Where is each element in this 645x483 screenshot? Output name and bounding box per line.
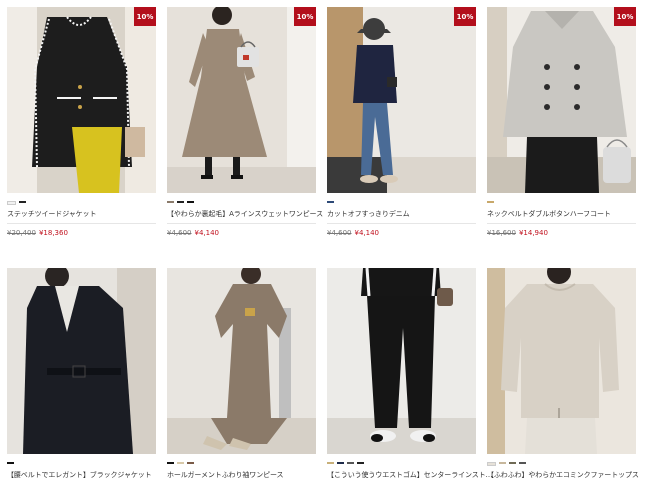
original-price: ¥16,600 xyxy=(487,229,516,237)
color-swatch[interactable] xyxy=(187,462,194,464)
product-name[interactable]: 【やわらか裏起毛】Aラインスウェットワンピース xyxy=(167,209,323,219)
original-price: ¥4,600 xyxy=(167,229,192,237)
sale-price: ¥4,140 xyxy=(354,229,380,237)
product-name[interactable]: ステッチツイードジャケット xyxy=(7,209,96,219)
original-price: ¥20,400 xyxy=(7,229,36,237)
color-swatches xyxy=(7,462,14,464)
color-swatch[interactable] xyxy=(19,201,26,203)
product-name[interactable]: 【ふわふわ】やわらかエコミンクファートップス xyxy=(487,470,639,480)
color-swatch[interactable] xyxy=(347,462,354,464)
color-swatches xyxy=(167,462,194,464)
color-swatches xyxy=(327,462,364,464)
color-swatch[interactable] xyxy=(177,201,184,203)
price: ¥16,600 ¥14,940 xyxy=(487,229,548,237)
product-name[interactable]: 【こういう使うウエストゴム】センターラインスト… xyxy=(327,470,493,480)
color-swatch[interactable] xyxy=(7,201,16,205)
discount-badge: 10% xyxy=(134,7,156,26)
color-swatch[interactable] xyxy=(327,201,334,203)
color-swatch[interactable] xyxy=(337,462,344,464)
product-name[interactable]: ネックベルトダブルボタンハーフコート xyxy=(487,209,611,219)
product-image[interactable] xyxy=(7,268,156,454)
color-swatches xyxy=(7,201,26,205)
sale-price: ¥4,140 xyxy=(194,229,220,237)
product-image[interactable] xyxy=(167,7,316,193)
color-swatch[interactable] xyxy=(509,462,516,464)
divider xyxy=(487,223,636,224)
product-image[interactable] xyxy=(487,268,636,454)
color-swatch[interactable] xyxy=(357,462,364,464)
divider xyxy=(167,223,316,224)
price: ¥4,600 ¥4,140 xyxy=(167,229,219,237)
discount-badge: 10% xyxy=(454,7,476,26)
price: ¥20,400 ¥18,360 xyxy=(7,229,68,237)
color-swatch[interactable] xyxy=(487,201,494,203)
product-grid: 10% ステッチツイードジャケット ¥20,400 ¥18,360 10% 【や… xyxy=(0,0,645,483)
color-swatch[interactable] xyxy=(167,462,174,464)
color-swatch[interactable] xyxy=(487,462,496,466)
discount-badge: 10% xyxy=(294,7,316,26)
color-swatch[interactable] xyxy=(7,462,14,464)
color-swatches xyxy=(327,201,334,203)
divider xyxy=(327,223,476,224)
original-price: ¥4,600 xyxy=(327,229,352,237)
divider xyxy=(7,223,156,224)
product-image[interactable] xyxy=(7,7,156,193)
price: ¥4,600 ¥4,140 xyxy=(327,229,379,237)
product-name[interactable]: カットオフすっきりデニム xyxy=(327,209,410,219)
color-swatch[interactable] xyxy=(177,462,184,464)
color-swatch[interactable] xyxy=(327,462,334,464)
color-swatches xyxy=(487,462,526,466)
product-name[interactable]: ホールガーメントふわり袖ワンピース xyxy=(167,470,284,480)
sale-price: ¥18,360 xyxy=(38,229,68,237)
color-swatch[interactable] xyxy=(519,462,526,464)
color-swatches xyxy=(167,201,194,203)
color-swatch[interactable] xyxy=(187,201,194,203)
product-image[interactable] xyxy=(327,7,476,193)
product-image[interactable] xyxy=(167,268,316,454)
color-swatches xyxy=(487,201,494,203)
color-swatch[interactable] xyxy=(167,201,174,203)
sale-price: ¥14,940 xyxy=(518,229,548,237)
product-name[interactable]: 【腰ベルトでエレガント】ブラックジャケット xyxy=(7,470,152,480)
product-image[interactable] xyxy=(327,268,476,454)
color-swatch[interactable] xyxy=(499,462,506,464)
product-image[interactable] xyxy=(487,7,636,193)
discount-badge: 10% xyxy=(614,7,636,26)
